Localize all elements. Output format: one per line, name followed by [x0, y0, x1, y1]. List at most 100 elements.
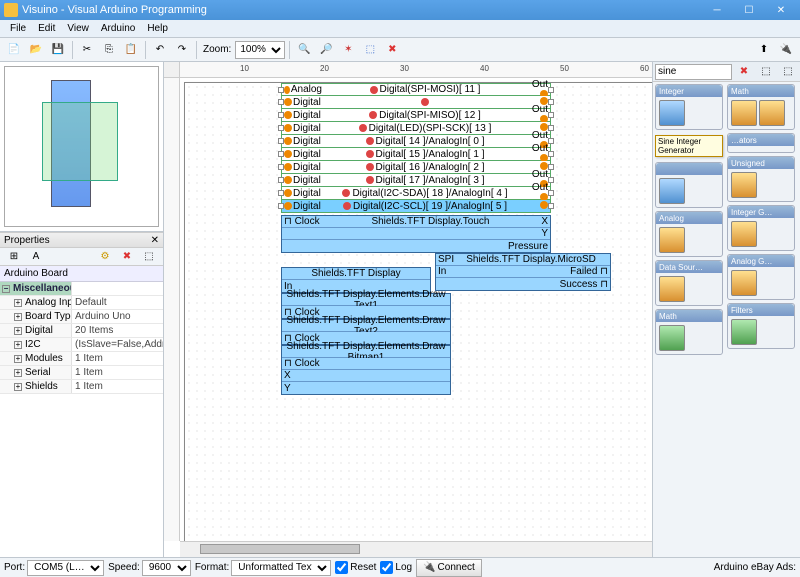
properties-toolbar: ⊞ A ⚙ ✖ ⬚ [0, 248, 163, 266]
prop-val[interactable]: 1 Item [72, 380, 163, 393]
zoom-in-button[interactable]: 🔍 [294, 40, 314, 60]
palette-group-header[interactable]: Data Sour… [656, 261, 722, 273]
menu-arduino[interactable]: Arduino [95, 21, 141, 36]
search-clear-icon[interactable]: ✖ [734, 62, 754, 82]
prop-val[interactable]: (IsSlave=False,Addres… [72, 338, 163, 351]
prop-val[interactable]: 1 Item [72, 352, 163, 365]
palette-group-header[interactable]: Integer [656, 85, 722, 97]
delete-button[interactable]: ✖ [382, 40, 402, 60]
zoom-out-button[interactable]: 🔎 [316, 40, 336, 60]
pin-row[interactable]: DigitalDigital(SPI-MISO)[ 12 ]Out [281, 109, 551, 122]
cut-button[interactable]: ✂ [77, 40, 97, 60]
prop-tool-5[interactable]: ⬚ [139, 247, 159, 267]
palette-group-header[interactable]: Unsigned [728, 157, 794, 169]
palette-item[interactable] [731, 221, 757, 247]
palette-panel: ✖ ⬚ ⬚ IntegerSine Integer GeneratorAnalo… [652, 62, 800, 557]
palette-group-header[interactable]: Analog G… [728, 255, 794, 267]
palette-group-header[interactable]: Math [728, 85, 794, 97]
palette-item[interactable] [731, 319, 757, 345]
palette-item[interactable] [659, 227, 685, 253]
palette-group-header[interactable] [656, 163, 722, 175]
left-panel: Properties ✕ ⊞ A ⚙ ✖ ⬚ Arduino Board −Mi… [0, 62, 164, 557]
redo-button[interactable]: ↷ [172, 40, 192, 60]
palette-search-input[interactable] [655, 64, 732, 80]
pin-row[interactable]: AnalogDigital(SPI-MOSI)[ 11 ]Out [281, 83, 551, 96]
prop-tool-1[interactable]: ⊞ [4, 247, 24, 267]
properties-close-icon[interactable]: ✕ [151, 235, 159, 246]
design-page[interactable]: AnalogDigital(SPI-MOSI)[ 11 ]OutDigitalD… [184, 82, 652, 541]
prop-key: +Board Type [0, 310, 72, 323]
draw-element[interactable]: Shields.TFT Display.Elements.Draw Bitmap… [281, 345, 451, 395]
connect-button[interactable]: 🔌 Connect [416, 559, 482, 577]
pin-row[interactable]: DigitalDigital(I2C-SDA)[ 18 ]/AnalogIn[ … [281, 187, 551, 200]
menu-help[interactable]: Help [141, 21, 174, 36]
shield-touch[interactable]: ⊓ ClockShields.TFT Display.TouchXYPressu… [281, 215, 551, 253]
reset-checkbox[interactable]: Reset [335, 561, 376, 574]
pin-row[interactable]: DigitalDigital[ 15 ]/AnalogIn[ 1 ]Out [281, 148, 551, 161]
speed-select[interactable]: 9600 [142, 560, 191, 576]
prop-val[interactable]: Arduino Uno [72, 310, 163, 323]
arduino-board-component[interactable]: AnalogDigital(SPI-MOSI)[ 11 ]OutDigitalD… [281, 83, 551, 213]
pin-row[interactable]: DigitalDigital[ 14 ]/AnalogIn[ 0 ]Out [281, 135, 551, 148]
new-button[interactable]: 📄 [4, 40, 24, 60]
prop-val[interactable]: 20 Items [72, 324, 163, 337]
undo-button[interactable]: ↶ [150, 40, 170, 60]
open-button[interactable]: 📂 [26, 40, 46, 60]
palette-group-header[interactable]: Filters [728, 304, 794, 316]
paste-button[interactable]: 📋 [121, 40, 141, 60]
palette-group: …ators [727, 133, 795, 153]
prop-tool-3[interactable]: ⚙ [95, 247, 115, 267]
window-title: Visuino - Visual Arduino Programming [22, 4, 702, 16]
palette-item[interactable] [731, 172, 757, 198]
copy-button[interactable]: ⎘ [99, 40, 119, 60]
palette-group-header[interactable]: Integer G… [728, 206, 794, 218]
overview-panel[interactable] [0, 62, 163, 232]
prop-tool-4[interactable]: ✖ [117, 247, 137, 267]
canvas[interactable]: AnalogDigital(SPI-MOSI)[ 11 ]OutDigitalD… [180, 78, 652, 541]
prop-val[interactable]: Default [72, 296, 163, 309]
format-select[interactable]: Unformatted Text [231, 560, 331, 576]
close-button[interactable]: ✕ [766, 1, 796, 19]
save-button[interactable]: 💾 [48, 40, 68, 60]
palette-group: Integer G… [727, 205, 795, 251]
palette-item[interactable] [659, 100, 685, 126]
h-scrollbar[interactable] [180, 541, 652, 557]
shield-microsd[interactable]: SPIShields.TFT Display.MicroSDInFailed ⊓… [435, 253, 611, 291]
log-checkbox[interactable]: Log [380, 561, 412, 574]
palette-group-header[interactable]: Math [656, 310, 722, 322]
palette-item[interactable] [731, 100, 757, 126]
pin-row[interactable]: DigitalDigital(I2C-SCL)[ 19 ]/AnalogIn[ … [281, 200, 551, 213]
prop-val[interactable]: 1 Item [72, 366, 163, 379]
palette-item[interactable] [659, 276, 685, 302]
serial-button[interactable]: 🔌 [776, 40, 796, 60]
tool-a-button[interactable]: ✶ [338, 40, 358, 60]
pin-row[interactable]: DigitalDigital(LED)(SPI-SCK)[ 13 ] [281, 122, 551, 135]
palette-item[interactable] [759, 100, 785, 126]
overview-viewport[interactable] [42, 102, 119, 182]
palette-item[interactable] [659, 325, 685, 351]
palette-item[interactable] [731, 270, 757, 296]
palette-item[interactable] [659, 178, 685, 204]
palette-tool-1[interactable]: ⬚ [756, 62, 776, 82]
palette-group-header[interactable]: …ators [728, 134, 794, 146]
properties-grid[interactable]: −Miscellaneous +Analog Input Refer…Defau… [0, 282, 163, 557]
palette-tool-2[interactable]: ⬚ [778, 62, 798, 82]
palette-group: Math [727, 84, 795, 130]
pin-row[interactable]: DigitalDigital[ 16 ]/AnalogIn[ 2 ] [281, 161, 551, 174]
ruler-corner [164, 62, 180, 78]
minimize-button[interactable]: ─ [702, 1, 732, 19]
zoom-select[interactable]: 100% [235, 41, 285, 59]
palette-group-header[interactable]: Analog [656, 212, 722, 224]
prop-key: +Analog Input Refer… [0, 296, 72, 309]
prop-tool-2[interactable]: A [26, 247, 46, 267]
menu-edit[interactable]: Edit [32, 21, 61, 36]
port-select[interactable]: COM5 (L… [27, 560, 104, 576]
ruler-horizontal: 10 20 30 40 50 60 [180, 62, 652, 78]
upload-button[interactable]: ⬆ [754, 40, 774, 60]
pin-row[interactable]: Digital [281, 96, 551, 109]
pin-row[interactable]: DigitalDigital[ 17 ]/AnalogIn[ 3 ]Out [281, 174, 551, 187]
tool-b-button[interactable]: ⬚ [360, 40, 380, 60]
maximize-button[interactable]: ☐ [734, 1, 764, 19]
menu-file[interactable]: File [4, 21, 32, 36]
menu-view[interactable]: View [61, 21, 95, 36]
